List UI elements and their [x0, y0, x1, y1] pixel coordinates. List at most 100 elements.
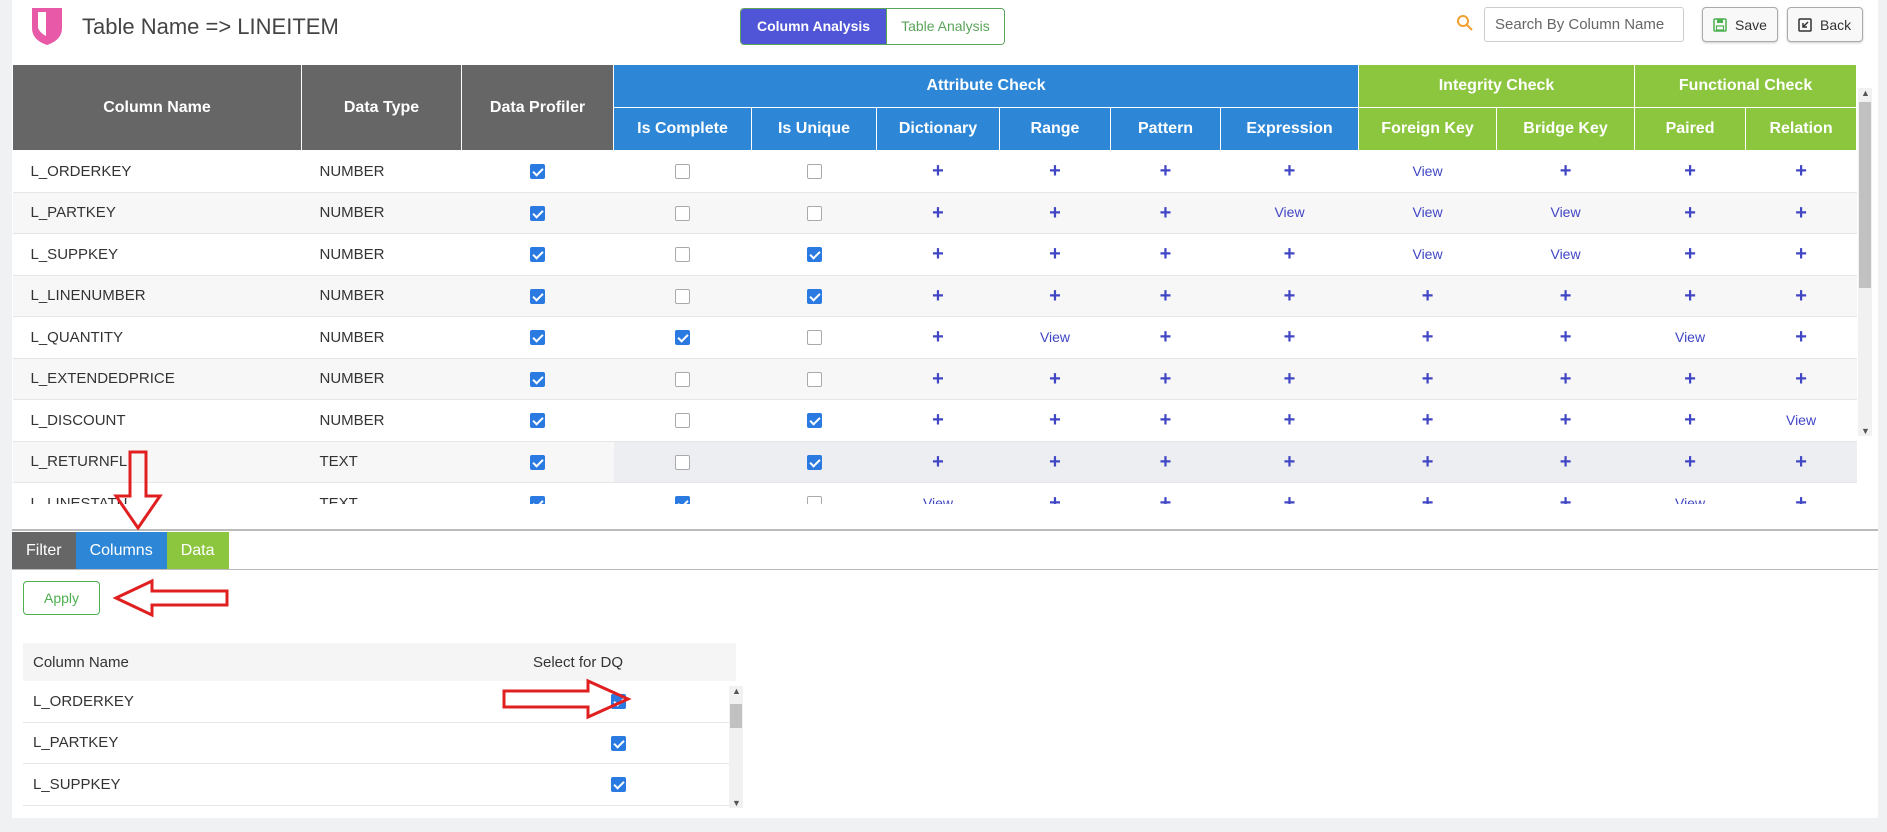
pattern-add-icon[interactable]: +: [1160, 243, 1172, 265]
pattern-add-icon[interactable]: +: [1160, 409, 1172, 431]
range-add-icon[interactable]: +: [1049, 451, 1061, 473]
is-unique-checkbox[interactable]: [806, 164, 822, 180]
range-add-icon[interactable]: +: [1049, 285, 1061, 307]
bridge-key-add-icon[interactable]: +: [1560, 285, 1572, 307]
is-complete-checkbox[interactable]: [675, 164, 690, 180]
data-profiler-checkbox[interactable]: [530, 371, 545, 387]
expression-add-icon[interactable]: +: [1284, 368, 1296, 390]
dictionary-add-icon[interactable]: +: [932, 160, 944, 182]
is-complete-checkbox[interactable]: [675, 496, 690, 504]
foreign-key-add-icon[interactable]: +: [1422, 492, 1434, 504]
tab-column-analysis[interactable]: Column Analysis: [741, 9, 887, 44]
dictionary-add-icon[interactable]: +: [932, 243, 944, 265]
relation-add-icon[interactable]: +: [1795, 368, 1807, 390]
pattern-add-icon[interactable]: +: [1160, 285, 1172, 307]
is-complete-checkbox[interactable]: [675, 371, 690, 387]
foreign-key-view-link[interactable]: View: [1412, 163, 1442, 179]
is-complete-checkbox[interactable]: [675, 330, 690, 346]
expression-add-icon[interactable]: +: [1284, 160, 1296, 182]
tab-columns[interactable]: Columns: [75, 532, 167, 570]
pattern-add-icon[interactable]: +: [1160, 326, 1172, 348]
range-add-icon[interactable]: +: [1049, 492, 1061, 504]
data-profiler-checkbox[interactable]: [530, 454, 545, 470]
relation-add-icon[interactable]: +: [1795, 451, 1807, 473]
panel-divider[interactable]: [12, 529, 1878, 531]
foreign-key-add-icon[interactable]: +: [1422, 326, 1434, 348]
paired-add-icon[interactable]: +: [1684, 409, 1696, 431]
relation-add-icon[interactable]: +: [1795, 160, 1807, 182]
data-profiler-checkbox[interactable]: [530, 247, 545, 263]
bridge-key-add-icon[interactable]: +: [1560, 409, 1572, 431]
dictionary-view-link[interactable]: View: [923, 495, 953, 504]
paired-add-icon[interactable]: +: [1684, 243, 1696, 265]
tab-data[interactable]: Data: [166, 532, 229, 570]
pattern-add-icon[interactable]: +: [1160, 368, 1172, 390]
relation-add-icon[interactable]: +: [1795, 243, 1807, 265]
pattern-add-icon[interactable]: +: [1160, 202, 1172, 224]
search-input[interactable]: [1484, 7, 1684, 42]
paired-add-icon[interactable]: +: [1684, 202, 1696, 224]
range-add-icon[interactable]: +: [1049, 160, 1061, 182]
relation-add-icon[interactable]: +: [1795, 326, 1807, 348]
pattern-add-icon[interactable]: +: [1160, 492, 1172, 504]
dictionary-add-icon[interactable]: +: [932, 202, 944, 224]
data-profiler-checkbox[interactable]: [530, 288, 545, 304]
paired-add-icon[interactable]: +: [1684, 368, 1696, 390]
range-add-icon[interactable]: +: [1049, 243, 1061, 265]
foreign-key-add-icon[interactable]: +: [1422, 409, 1434, 431]
paired-add-icon[interactable]: +: [1684, 160, 1696, 182]
is-complete-checkbox[interactable]: [675, 454, 690, 470]
paired-add-icon[interactable]: +: [1684, 285, 1696, 307]
dictionary-add-icon[interactable]: +: [932, 409, 944, 431]
relation-add-icon[interactable]: +: [1795, 285, 1807, 307]
select-for-dq-checkbox[interactable]: [610, 694, 626, 710]
foreign-key-add-icon[interactable]: +: [1422, 368, 1434, 390]
dictionary-add-icon[interactable]: +: [932, 368, 944, 390]
scroll-up-icon[interactable]: ▲: [1861, 88, 1870, 98]
foreign-key-add-icon[interactable]: +: [1422, 451, 1434, 473]
dictionary-add-icon[interactable]: +: [932, 326, 944, 348]
expression-add-icon[interactable]: +: [1284, 451, 1296, 473]
range-view-link[interactable]: View: [1040, 329, 1070, 345]
bridge-key-view-link[interactable]: View: [1550, 204, 1580, 220]
expression-add-icon[interactable]: +: [1284, 492, 1296, 504]
is-unique-checkbox[interactable]: [806, 205, 822, 221]
select-table-scrollbar[interactable]: ▲ ▼: [729, 686, 743, 808]
save-button[interactable]: Save: [1702, 7, 1778, 42]
foreign-key-view-link[interactable]: View: [1412, 204, 1442, 220]
grid-scroll-thumb[interactable]: [1859, 102, 1871, 288]
relation-view-link[interactable]: View: [1786, 412, 1816, 428]
bridge-key-add-icon[interactable]: +: [1560, 451, 1572, 473]
expression-view-link[interactable]: View: [1274, 204, 1304, 220]
foreign-key-add-icon[interactable]: +: [1422, 285, 1434, 307]
select-for-dq-checkbox[interactable]: [610, 777, 626, 793]
paired-view-link[interactable]: View: [1675, 495, 1705, 504]
is-complete-checkbox[interactable]: [675, 247, 690, 263]
tab-table-analysis[interactable]: Table Analysis: [886, 9, 1004, 44]
range-add-icon[interactable]: +: [1049, 202, 1061, 224]
back-button[interactable]: Back: [1787, 7, 1863, 42]
bridge-key-add-icon[interactable]: +: [1560, 368, 1572, 390]
range-add-icon[interactable]: +: [1049, 368, 1061, 390]
is-complete-checkbox[interactable]: [675, 413, 690, 429]
data-profiler-checkbox[interactable]: [530, 164, 545, 180]
apply-button[interactable]: Apply: [23, 581, 100, 615]
select-scroll-thumb[interactable]: [730, 704, 742, 728]
is-unique-checkbox[interactable]: [806, 496, 822, 504]
paired-view-link[interactable]: View: [1675, 329, 1705, 345]
is-unique-checkbox[interactable]: [806, 288, 822, 304]
bridge-key-view-link[interactable]: View: [1550, 246, 1580, 262]
is-unique-checkbox[interactable]: [806, 413, 822, 429]
paired-add-icon[interactable]: +: [1684, 451, 1696, 473]
scroll-up-icon[interactable]: ▲: [732, 686, 741, 696]
grid-scrollbar[interactable]: ▲ ▼: [1858, 88, 1872, 436]
data-profiler-checkbox[interactable]: [530, 205, 545, 221]
relation-add-icon[interactable]: +: [1795, 492, 1807, 504]
expression-add-icon[interactable]: +: [1284, 326, 1296, 348]
is-unique-checkbox[interactable]: [806, 247, 822, 263]
bridge-key-add-icon[interactable]: +: [1560, 326, 1572, 348]
scroll-down-icon[interactable]: ▼: [732, 798, 741, 808]
tab-filter[interactable]: Filter: [12, 532, 76, 570]
range-add-icon[interactable]: +: [1049, 409, 1061, 431]
pattern-add-icon[interactable]: +: [1160, 160, 1172, 182]
